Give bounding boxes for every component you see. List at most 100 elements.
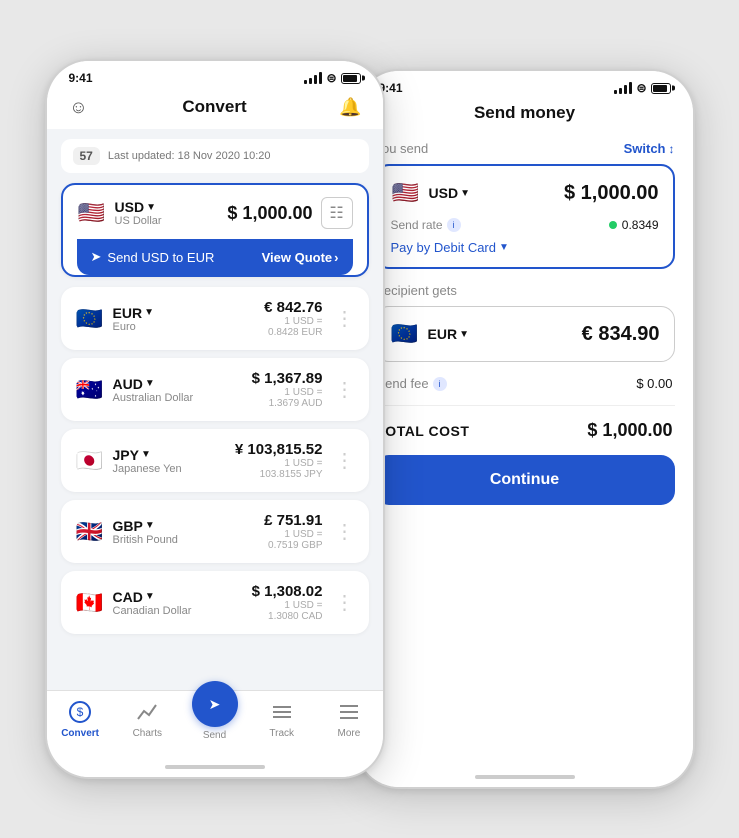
wifi-icon-right: ⊜ <box>636 81 646 95</box>
info-icon: i <box>447 218 461 232</box>
left-phone: 9:41 ⊜ ☺ Convert 🔔 <box>45 59 385 779</box>
currency-card-jpy[interactable]: 🇯🇵 JPY ▼ Japanese Yen ¥ 103,815.52 1 USD… <box>61 429 369 492</box>
code-eur: EUR ▼ <box>113 305 154 321</box>
switch-button[interactable]: Switch ↕ <box>624 141 675 156</box>
pay-method-selector[interactable]: Pay by Debit Card ▼ <box>391 240 659 255</box>
fee-info-icon: i <box>433 377 447 391</box>
usd-card: 🇺🇸 USD ▼ US Dollar $ 1,000.00 ☷ <box>61 183 369 277</box>
nav-header-left: ☺ Convert 🔔 <box>47 89 383 129</box>
send-icon: ➤ <box>192 681 238 727</box>
charts-label: Charts <box>133 728 162 739</box>
recipient-label: Recipient gets <box>375 283 675 298</box>
bell-icon[interactable]: 🔔 <box>336 93 364 121</box>
code-cad: CAD ▼ <box>113 589 192 605</box>
signal-icon <box>304 72 322 84</box>
usd-amount: $ 1,000.00 <box>227 203 312 224</box>
send-fee-row: Send fee i $ 0.00 <box>375 376 675 391</box>
rate-jpy: 1 USD =103.8155 JPY <box>235 458 323 480</box>
amount-aud: $ 1,367.89 <box>252 370 323 387</box>
tab-charts[interactable]: Charts <box>114 699 181 741</box>
track-icon <box>269 699 295 725</box>
tab-convert[interactable]: $ Convert <box>47 699 114 741</box>
svg-text:$: $ <box>77 705 84 719</box>
nav-header-right: Send money <box>357 99 693 131</box>
more-icon <box>336 699 362 725</box>
amount-cad: $ 1,308.02 <box>252 583 323 600</box>
track-label: Track <box>269 728 294 739</box>
send-flag: 🇺🇸 <box>391 178 421 208</box>
flag-eur: 🇪🇺 <box>75 304 105 334</box>
amount-gbp: £ 751.91 <box>264 512 322 529</box>
rate-eur: 1 USD =0.8428 EUR <box>264 316 322 338</box>
time-left: 9:41 <box>69 71 93 85</box>
flag-gbp: 🇬🇧 <box>75 517 105 547</box>
currency-card-eur[interactable]: 🇪🇺 EUR ▼ Euro € 842.76 1 USD =0.8428 EUR… <box>61 287 369 350</box>
tab-track[interactable]: Track <box>248 699 315 741</box>
usd-flag: 🇺🇸 <box>77 198 107 228</box>
view-quote-button[interactable]: View Quote › <box>262 250 339 265</box>
send-card: 🇺🇸 USD ▼ $ 1,000.00 Send rate i <box>375 164 675 269</box>
recipient-flag: 🇪🇺 <box>390 319 420 349</box>
send-rate-label: Send rate <box>391 218 443 232</box>
flag-aud: 🇦🇺 <box>75 375 105 405</box>
name-jpy: Japanese Yen <box>113 463 182 475</box>
tab-bar-left: $ Convert Charts ➤ Send <box>47 690 383 757</box>
more-dots-jpy[interactable]: ⋮ <box>335 448 355 473</box>
more-dots-eur[interactable]: ⋮ <box>335 306 355 331</box>
recipient-currency-code: EUR ▼ <box>428 326 469 342</box>
page-title-left: Convert <box>182 97 246 117</box>
send-btn-label: Send USD to EUR <box>107 250 214 265</box>
rate-gbp: 1 USD =0.7519 GBP <box>264 529 322 551</box>
rate-aud: 1 USD =1.3679 AUD <box>252 387 323 409</box>
recipient-card[interactable]: 🇪🇺 EUR ▼ € 834.90 <box>375 306 675 362</box>
total-cost-row: TOTAL COST $ 1,000.00 <box>375 405 675 455</box>
code-jpy: JPY ▼ <box>113 447 182 463</box>
right-phone: 9:41 ⊜ Send money <box>355 69 695 789</box>
send-label: Send <box>203 730 226 741</box>
page-title-right: Send money <box>474 103 575 123</box>
home-indicator-right <box>357 767 693 787</box>
more-dots-cad[interactable]: ⋮ <box>335 590 355 615</box>
calculator-icon[interactable]: ☷ <box>321 197 353 229</box>
more-label: More <box>338 728 361 739</box>
usd-code: USD ▼ <box>115 199 162 215</box>
send-currency-code: USD ▼ <box>429 185 470 201</box>
more-dots-gbp[interactable]: ⋮ <box>335 519 355 544</box>
send-usd-eur-button[interactable]: ➤ Send USD to EUR View Quote › <box>77 239 353 275</box>
status-bar-right: 9:41 ⊜ <box>357 71 693 99</box>
green-dot <box>609 221 617 229</box>
more-dots-aud[interactable]: ⋮ <box>335 377 355 402</box>
flag-cad: 🇨🇦 <box>75 588 105 618</box>
send-plane-icon: ➤ <box>91 249 102 265</box>
update-badge: 57 <box>73 147 100 165</box>
tab-more[interactable]: More <box>315 699 382 741</box>
name-cad: Canadian Dollar <box>113 605 192 617</box>
send-fee-value: $ 0.00 <box>636 376 672 391</box>
person-icon[interactable]: ☺ <box>65 93 93 121</box>
charts-icon <box>134 699 160 725</box>
right-content: You send Switch ↕ 🇺🇸 USD ▼ <box>357 131 693 767</box>
currency-card-cad[interactable]: 🇨🇦 CAD ▼ Canadian Dollar $ 1,308.02 1 US… <box>61 571 369 634</box>
convert-icon: $ <box>67 699 93 725</box>
convert-label: Convert <box>61 728 99 739</box>
currency-card-aud[interactable]: 🇦🇺 AUD ▼ Australian Dollar $ 1,367.89 1 … <box>61 358 369 421</box>
total-cost-label: TOTAL COST <box>377 423 470 439</box>
send-currency-selector[interactable]: 🇺🇸 USD ▼ <box>391 178 470 208</box>
left-content: 57 Last updated: 18 Nov 2020 10:20 🇺🇸 US… <box>47 129 383 690</box>
rate-cad: 1 USD =1.3080 CAD <box>252 600 323 622</box>
total-cost-value: $ 1,000.00 <box>587 420 672 441</box>
name-gbp: British Pound <box>113 534 178 546</box>
amount-jpy: ¥ 103,815.52 <box>235 441 323 458</box>
code-aud: AUD ▼ <box>113 376 194 392</box>
status-bar-left: 9:41 ⊜ <box>47 61 383 89</box>
currency-list: 🇪🇺 EUR ▼ Euro € 842.76 1 USD =0.8428 EUR… <box>61 287 369 634</box>
currency-card-gbp[interactable]: 🇬🇧 GBP ▼ British Pound £ 751.91 1 USD =0… <box>61 500 369 563</box>
status-icons-right: ⊜ <box>614 81 670 95</box>
you-send-section: You send Switch ↕ <box>375 141 675 156</box>
code-gbp: GBP ▼ <box>113 518 178 534</box>
continue-button[interactable]: Continue <box>375 455 675 505</box>
recipient-amount: € 834.90 <box>582 323 660 346</box>
flag-jpy: 🇯🇵 <box>75 446 105 476</box>
tab-send[interactable]: ➤ Send <box>181 699 248 741</box>
name-aud: Australian Dollar <box>113 392 194 404</box>
